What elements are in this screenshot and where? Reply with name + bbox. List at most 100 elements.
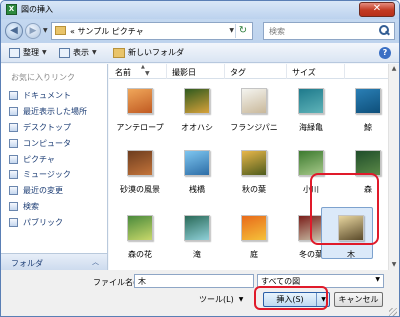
sidebar-item-label: ミュージック — [23, 170, 71, 180]
file-name: 滝 — [193, 250, 201, 259]
file-list-pane: ▲ 名前 ▼ 撮影日 タグ サイズ アンテロープ オオハシ フランジパニ 海緑亀 鯨… — [109, 64, 399, 270]
navigation-pane: お気に入りリンク ドキュメント 最近表示した場所 デスクトップ コンピュータ ピ… — [1, 64, 108, 253]
file-item-desert[interactable]: 砂漠の風景 — [112, 150, 168, 198]
file-name: オオハシ — [181, 123, 213, 132]
image-thumbnail — [184, 215, 210, 241]
vertical-scrollbar[interactable]: ▲ ▼ — [388, 64, 399, 270]
file-item-frangipani[interactable]: フランジパニ — [226, 88, 282, 136]
search-input[interactable]: 検索 — [263, 22, 395, 40]
image-thumbnail — [241, 215, 267, 241]
column-header-size[interactable]: サイズ — [292, 67, 316, 79]
chevron-down-icon: ▼ — [92, 49, 97, 56]
file-item-forest-flowers[interactable]: 森の花 — [112, 215, 168, 263]
file-item-sea-turtle[interactable]: 海緑亀 — [283, 88, 339, 136]
sidebar-item-desktop[interactable]: デスクトップ — [9, 120, 87, 136]
favorite-links-list: ドキュメント 最近表示した場所 デスクトップ コンピュータ ピクチャ ミュージッ… — [9, 88, 87, 230]
file-item-garden[interactable]: 庭 — [226, 215, 282, 263]
new-folder-label: 新しいフォルダ — [128, 48, 184, 57]
file-name: 庭 — [250, 250, 258, 259]
image-thumbnail — [241, 150, 267, 176]
file-name: 秋の葉 — [242, 185, 266, 194]
column-divider[interactable] — [224, 64, 225, 79]
column-divider[interactable] — [166, 64, 167, 79]
chevron-up-icon: ︿ — [92, 258, 99, 266]
organize-label: 整理 — [23, 48, 39, 57]
sidebar-item-documents[interactable]: ドキュメント — [9, 88, 87, 104]
recent-pages-dropdown[interactable]: ▼ — [43, 27, 48, 34]
file-item-pier[interactable]: 桟橋 — [169, 150, 225, 198]
column-header-tags[interactable]: タグ — [230, 67, 246, 79]
folder-icon — [55, 26, 66, 35]
sort-arrow-icon: ▲ — [141, 64, 145, 70]
organize-icon — [9, 47, 20, 58]
sidebar-item-label: 最近表示した場所 — [23, 107, 87, 117]
file-item-autumn-leaves[interactable]: 秋の葉 — [226, 150, 282, 198]
search-icon — [9, 201, 18, 211]
document-icon — [9, 91, 18, 101]
address-path[interactable]: « サンプル ピクチャ — [70, 26, 144, 37]
search-placeholder: 検索 — [269, 27, 285, 36]
new-folder-button[interactable]: 新しいフォルダ — [113, 47, 184, 58]
folders-toggle[interactable]: フォルダ ︿ — [1, 253, 108, 270]
sidebar-item-label: 最近の変更 — [23, 186, 63, 196]
command-toolbar: 整理 ▼ 表示 ▼ 新しいフォルダ ? — [1, 43, 399, 63]
file-name: アンテロープ — [116, 123, 164, 132]
desktop-icon — [9, 122, 18, 132]
public-folder-icon — [9, 217, 18, 227]
organize-button[interactable]: 整理 ▼ — [9, 47, 47, 58]
folders-label: フォルダ — [11, 259, 43, 268]
chevron-down-icon: ▼ — [42, 49, 47, 56]
refresh-button[interactable]: ↻ — [235, 24, 250, 38]
address-dropdown-icon[interactable]: ▼ — [229, 27, 234, 34]
image-thumbnail — [184, 150, 210, 176]
dialog-footer: ファイル名(N): 木 すべての図 ▼ ツール(L) ▼ 挿入(S) ▼ キャンセル — [1, 270, 399, 316]
forward-button[interactable]: ▶ — [25, 23, 41, 39]
view-icon — [59, 47, 70, 58]
file-item-toucan[interactable]: オオハシ — [169, 88, 225, 136]
close-button[interactable]: ✕ — [359, 2, 395, 17]
new-folder-icon — [113, 47, 125, 58]
recent-places-icon — [9, 107, 18, 117]
image-thumbnail — [338, 215, 364, 241]
sidebar-item-label: コンピュータ — [23, 138, 71, 148]
view-button[interactable]: 表示 ▼ — [59, 47, 97, 58]
column-header-date-taken[interactable]: 撮影日 — [172, 67, 196, 79]
favorite-links-header: お気に入りリンク — [11, 73, 75, 82]
filename-field[interactable]: 木 — [134, 274, 254, 288]
title-bar[interactable]: X 図の挿入 ✕ — [1, 1, 399, 19]
sidebar-item-computer[interactable]: コンピュータ — [9, 135, 87, 151]
file-name: 森の花 — [128, 250, 152, 259]
resize-grip[interactable] — [389, 308, 397, 316]
sidebar-item-pictures[interactable]: ピクチャ — [9, 151, 87, 167]
sidebar-item-label: デスクトップ — [23, 122, 71, 132]
sidebar-item-label: ピクチャ — [23, 154, 55, 164]
image-thumbnail — [241, 88, 267, 114]
sidebar-item-searches[interactable]: 検索 — [9, 199, 87, 215]
recent-changes-icon — [9, 186, 18, 196]
search-icon[interactable] — [379, 25, 390, 36]
column-divider[interactable] — [344, 64, 345, 79]
scroll-up-icon[interactable]: ▲ — [389, 64, 399, 74]
column-header-name[interactable]: ▲ 名前 ▼ — [115, 64, 150, 79]
sidebar-item-public[interactable]: パブリック — [9, 214, 87, 230]
scroll-down-icon[interactable]: ▼ — [389, 260, 399, 270]
file-item-waterfall[interactable]: 滝 — [169, 215, 225, 263]
column-divider[interactable] — [286, 64, 287, 79]
annotation-highlight-insert — [254, 286, 328, 310]
image-thumbnail — [355, 88, 381, 114]
sidebar-item-music[interactable]: ミュージック — [9, 167, 87, 183]
sidebar-item-label: 検索 — [23, 201, 39, 211]
cancel-button[interactable]: キャンセル — [334, 292, 383, 307]
music-icon — [9, 170, 18, 180]
computer-icon — [9, 138, 18, 148]
column-headers: ▲ 名前 ▼ 撮影日 タグ サイズ — [109, 64, 389, 79]
sidebar-item-recent-changes[interactable]: 最近の変更 — [9, 183, 87, 199]
file-item-antelope[interactable]: アンテロープ — [112, 88, 168, 136]
back-button[interactable]: ◀ — [5, 22, 23, 40]
sidebar-item-recent-places[interactable]: 最近表示した場所 — [9, 104, 87, 120]
help-icon[interactable]: ? — [379, 47, 391, 59]
window-title: 図の挿入 — [21, 5, 53, 14]
tools-button[interactable]: ツール(L) ▼ — [199, 294, 243, 305]
file-name: 砂漠の風景 — [120, 185, 160, 194]
address-bar[interactable]: « サンプル ピクチャ ▼ ↻ — [51, 22, 253, 40]
